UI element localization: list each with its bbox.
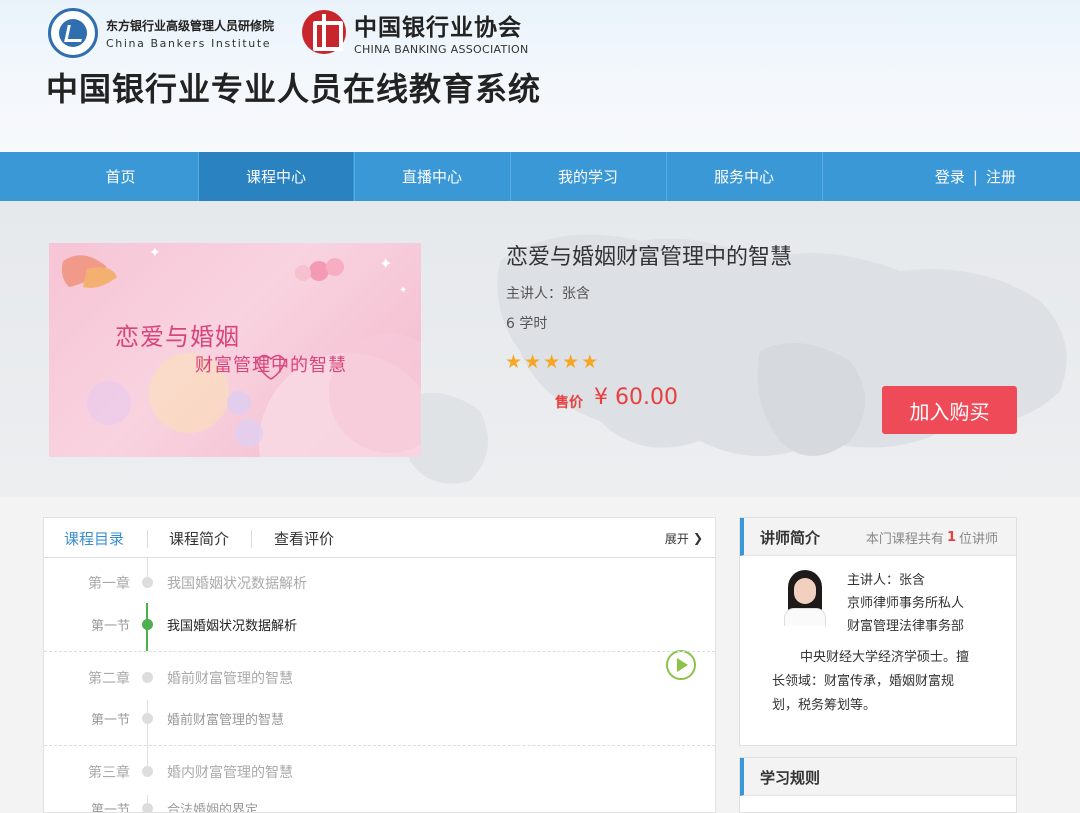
outline-chapter[interactable]: 第三章 婚内财富管理的智慧: [44, 762, 715, 782]
course-title: 恋爱与婚姻财富管理中的智慧: [506, 245, 793, 270]
instructor-bio-line: 主讲人：张含: [847, 573, 926, 588]
tab-separator: [147, 530, 148, 548]
association-emblem-icon: [302, 10, 346, 54]
instructor-count: 本门课程共有 1 位讲师: [866, 518, 998, 556]
instructor-heading: 讲师简介: [760, 528, 821, 547]
expand-label: 展开: [664, 531, 689, 546]
price-label: 售价: [555, 395, 583, 411]
rating-stars: ★ ★ ★ ★ ★: [505, 351, 598, 373]
instructor-count-prefix: 本门课程共有: [865, 531, 944, 547]
learning-rules-header: 学习规则: [740, 758, 1016, 796]
outline-node-icon: [142, 766, 153, 777]
tab-introduction[interactable]: 课程简介: [169, 518, 229, 558]
logo1-chinese-name: 东方银行业高级管理人员研修院: [106, 18, 275, 33]
star-icon: ★: [562, 351, 580, 373]
chapter-title: 婚前财富管理的智慧: [167, 671, 293, 687]
outline-chapter[interactable]: 第一章 我国婚姻状况数据解析: [44, 573, 715, 593]
tab-catalog[interactable]: 课程目录: [64, 518, 124, 558]
instructor-bio-line: 京师律师事务所私人: [847, 596, 965, 611]
outline-section[interactable]: 第一节 合法婚姻的界定: [44, 799, 715, 813]
auth-links: 登录 | 注册: [935, 152, 1016, 201]
section-title: 婚前财富管理的智慧: [167, 713, 285, 728]
cover-title-line1: 恋爱与婚姻: [115, 323, 240, 351]
site-title: 中国银行业专业人员在线教育系统: [46, 70, 542, 108]
learning-rules-heading: 学习规则: [760, 768, 821, 787]
tab-reviews[interactable]: 查看评价: [274, 518, 334, 558]
instructor-avatar[interactable]: [778, 568, 832, 626]
auth-separator: |: [972, 167, 978, 186]
outline-section[interactable]: 第一节 婚前财富管理的智慧: [44, 709, 715, 729]
outline-node-icon: [142, 672, 153, 683]
china-bankers-institute-logo[interactable]: 东方银行业高级管理人员研修院 China Bankers Institute: [48, 8, 274, 58]
content-tabs: 课程目录 课程简介 查看评价 展开 ❯: [44, 518, 715, 558]
section-title: 我国婚姻状况数据解析: [167, 619, 298, 634]
login-link[interactable]: 登录: [935, 166, 965, 187]
instructor-bio-line: 财富管理法律事务部: [847, 619, 965, 634]
course-teacher: 主讲人：张含: [506, 286, 590, 302]
chapter-divider: [44, 651, 715, 652]
add-to-cart-button[interactable]: 加入购买: [882, 386, 1017, 434]
nav-service-center[interactable]: 服务中心: [666, 152, 821, 201]
star-icon: ★: [543, 351, 561, 373]
expand-button[interactable]: 展开 ❯: [665, 518, 703, 558]
instructor-bio-line: 长领域：财富传承，婚姻财富规: [772, 674, 955, 689]
learning-rules-panel: 学习规则: [739, 757, 1017, 813]
chapter-divider: [44, 745, 715, 746]
logo2-chinese-name: 中国银行业协会: [354, 15, 522, 41]
logo2-english-name: CHINA BANKING ASSOCIATION: [354, 43, 529, 56]
tab-separator: [251, 530, 252, 548]
outline-node-active-icon: [142, 619, 153, 630]
chapter-number: 第三章: [88, 765, 130, 781]
svg-text:✦: ✦: [379, 254, 392, 273]
chapter-number: 第一章: [88, 576, 130, 592]
outline-section-active[interactable]: 第一节 我国婚姻状况数据解析: [44, 615, 715, 635]
chapter-title: 婚内财富管理的智慧: [167, 765, 293, 781]
course-hours: 6 学时: [506, 316, 548, 332]
institute-seal-icon: [48, 8, 98, 58]
outline-chapter[interactable]: 第二章 婚前财富管理的智慧: [44, 668, 715, 688]
instructor-count-number: 1: [946, 529, 956, 545]
nav-live-center[interactable]: 直播中心: [354, 152, 509, 201]
section-number: 第一节: [90, 803, 130, 813]
china-banking-association-logo[interactable]: 中国银行业协会 CHINA BANKING ASSOCIATION: [302, 8, 529, 56]
instructor-panel: 讲师简介 本门课程共有 1 位讲师 主讲人：张含 京师律师事务所私人 财富管理法…: [739, 517, 1017, 746]
instructor-count-suffix: 位讲师: [958, 531, 998, 547]
star-icon: ★: [581, 351, 599, 373]
instructor-bio-line: 划，税务筹划等。: [772, 698, 877, 713]
outline-node-icon: [142, 803, 153, 812]
course-cover-image[interactable]: ✦ ✦ ✦ 恋爱与婚姻 财富管理中的智慧: [49, 243, 421, 457]
nav-divider: [822, 152, 823, 201]
nav-my-learning[interactable]: 我的学习: [510, 152, 665, 201]
chapter-title: 我国婚姻状况数据解析: [167, 576, 307, 592]
svg-text:✦: ✦: [399, 285, 407, 296]
chapter-number: 第二章: [88, 671, 130, 687]
outline-node-icon: [142, 713, 153, 724]
instructor-panel-header: 讲师简介 本门课程共有 1 位讲师: [740, 518, 1016, 556]
nav-home[interactable]: 首页: [43, 152, 198, 201]
svg-text:✦: ✦: [149, 245, 161, 261]
course-banner: ✦ ✦ ✦ 恋爱与婚姻 财富管理中的智慧 恋爱与婚姻财富管理中的智慧 主讲人：张…: [0, 201, 1080, 497]
register-link[interactable]: 注册: [986, 166, 1016, 187]
star-icon: ★: [505, 351, 523, 373]
outline-node-icon: [142, 577, 153, 588]
course-content-panel: 课程目录 课程简介 查看评价 展开 ❯ 第一章 我国婚姻状况数据解析 第一节 我…: [43, 517, 716, 813]
main-nav: 首页 课程中心 直播中心 我的学习 服务中心 登录 | 注册: [0, 152, 1080, 201]
section-number: 第一节: [90, 619, 130, 634]
instructor-bio-line: 中央财经大学经济学硕士。擅: [800, 650, 970, 665]
section-number: 第一节: [90, 713, 130, 728]
cover-title-line2: 财富管理中的智慧: [195, 355, 347, 376]
star-icon: ★: [524, 351, 542, 373]
site-header: 东方银行业高级管理人员研修院 China Bankers Institute 中…: [0, 0, 1080, 152]
chevron-right-icon: ❯: [692, 531, 703, 545]
price-value: ¥ 60.00: [594, 385, 678, 410]
logo1-english-name: China Bankers Institute: [106, 36, 272, 50]
section-title: 合法婚姻的界定: [167, 803, 259, 813]
nav-course-center[interactable]: 课程中心: [198, 152, 353, 201]
